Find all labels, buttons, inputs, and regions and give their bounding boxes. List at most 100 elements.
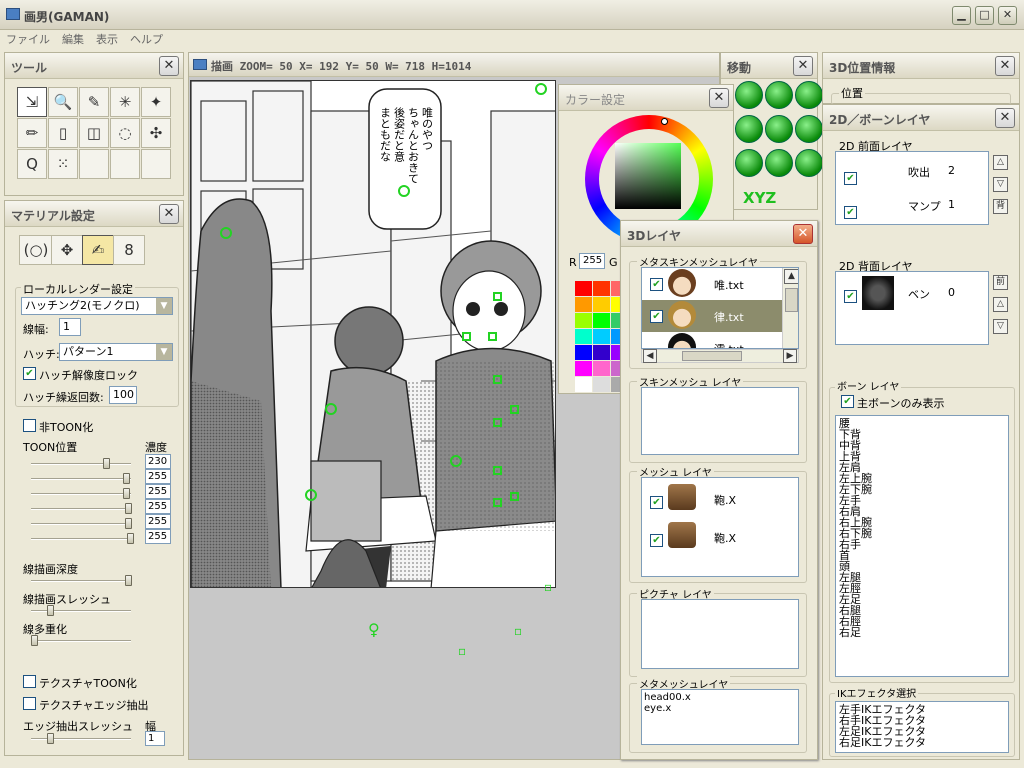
palette-swatch[interactable]: [575, 361, 592, 376]
bone2d-close-button[interactable]: ✕: [995, 108, 1015, 128]
dotted-circle-icon[interactable]: ◌: [110, 118, 140, 148]
hue-handle[interactable]: [661, 118, 668, 125]
bone-item[interactable]: 左脛: [836, 583, 1008, 594]
bone-item[interactable]: 右腿: [836, 605, 1008, 616]
render-tab-icon[interactable]: ✍: [82, 235, 114, 265]
sv-square[interactable]: [615, 143, 681, 209]
bone-item[interactable]: 右下腕: [836, 528, 1008, 539]
move-arrow-button[interactable]: [795, 149, 823, 177]
slider-thumb[interactable]: [31, 635, 38, 646]
color-close-button[interactable]: ✕: [709, 88, 729, 108]
layer-visible-checkbox[interactable]: ✔: [844, 206, 857, 219]
bone-marker-icon[interactable]: ▫: [514, 624, 522, 638]
bone-item[interactable]: 左下腕: [836, 484, 1008, 495]
spray-icon[interactable]: ⁙: [48, 149, 78, 179]
skin-mesh-list[interactable]: [641, 387, 799, 455]
menu-file[interactable]: ファイル: [0, 30, 56, 48]
palette-swatch[interactable]: [575, 345, 592, 360]
move-arrow-button[interactable]: [765, 81, 793, 109]
chain-tab-icon[interactable]: 8: [113, 235, 145, 265]
meta-mesh-item[interactable]: head00.x: [644, 692, 796, 703]
edge-threshold-slider[interactable]: [31, 733, 131, 744]
palette-swatch[interactable]: [593, 297, 610, 312]
palette-swatch[interactable]: [575, 377, 592, 392]
xyz-move-button[interactable]: XYZ: [743, 189, 776, 207]
move-arrow-button[interactable]: [735, 149, 763, 177]
move-arrow-button[interactable]: [795, 81, 823, 109]
bone-item[interactable]: 首: [836, 550, 1008, 561]
toon-slider[interactable]: [31, 473, 131, 484]
palette-swatch[interactable]: [593, 377, 610, 392]
bone-item[interactable]: 腰: [836, 418, 1008, 429]
picture-list[interactable]: [641, 599, 799, 669]
ik-item[interactable]: 右足IKエフェクタ: [836, 737, 1008, 748]
meta-skin-item-yui[interactable]: ✔ 唯.txt: [642, 268, 782, 300]
slider-thumb[interactable]: [125, 575, 132, 586]
move-arrow-button[interactable]: [735, 115, 763, 143]
layer-visible-checkbox[interactable]: ✔: [844, 172, 857, 185]
layer-visible-checkbox[interactable]: ✔: [650, 310, 663, 323]
maximize-button[interactable]: □: [975, 6, 994, 25]
layer-visible-checkbox[interactable]: ✔: [844, 290, 857, 303]
bone-item[interactable]: 頭: [836, 561, 1008, 572]
toon-density-input[interactable]: 255: [145, 529, 171, 544]
lasso-icon[interactable]: Q: [17, 149, 47, 179]
bone-item[interactable]: 右足: [836, 627, 1008, 638]
bone-item[interactable]: 中背: [836, 440, 1008, 451]
bring-front-button[interactable]: 前: [993, 275, 1008, 290]
hatch-select[interactable]: パターン1 ▼: [59, 343, 173, 361]
mesh-item[interactable]: ✔ 鞄.X: [642, 480, 798, 514]
line-depth-slider[interactable]: [31, 575, 132, 586]
pose-icon[interactable]: ✦: [141, 87, 171, 117]
move-arrow-button[interactable]: [765, 115, 793, 143]
toon-slider[interactable]: [31, 503, 132, 514]
scroll-right-icon[interactable]: ▶: [783, 349, 797, 363]
tools-close-button[interactable]: ✕: [159, 56, 179, 76]
slider-thumb[interactable]: [103, 458, 110, 469]
scroll-up-icon[interactable]: ▲: [784, 269, 798, 284]
shrink-icon[interactable]: ✣: [141, 118, 171, 148]
front-layer-item[interactable]: ✔ マンプ 1: [836, 188, 988, 219]
toon-slider[interactable]: [31, 518, 132, 529]
layer-visible-checkbox[interactable]: ✔: [650, 496, 663, 509]
front-layer-item[interactable]: ✔ 吹出 2: [836, 156, 988, 186]
slider-thumb[interactable]: [47, 733, 54, 744]
line-width-input[interactable]: 1: [59, 318, 81, 336]
material-close-button[interactable]: ✕: [159, 204, 179, 224]
menu-help[interactable]: ヘルプ: [124, 30, 169, 48]
move-close-button[interactable]: ✕: [793, 56, 813, 76]
bone-item[interactable]: 左腿: [836, 572, 1008, 583]
palette-swatch[interactable]: [593, 281, 610, 296]
bone-marker-icon[interactable]: ▫: [544, 580, 552, 594]
slider-thumb[interactable]: [127, 533, 134, 544]
scroll-thumb[interactable]: [785, 288, 798, 312]
meta-skin-item-mio[interactable]: 澪.txt: [642, 332, 782, 348]
texture-edge-checkbox[interactable]: [23, 697, 36, 710]
slider-thumb[interactable]: [123, 488, 130, 499]
zoom-icon[interactable]: 🔍: [48, 87, 78, 117]
toon-slider[interactable]: [31, 533, 134, 544]
slider-thumb[interactable]: [125, 518, 132, 529]
toon-slider[interactable]: [31, 488, 131, 499]
layer-visible-checkbox[interactable]: ✔: [650, 278, 663, 291]
bone-item[interactable]: 右脛: [836, 616, 1008, 627]
toon-density-input[interactable]: 255: [145, 499, 171, 514]
layer-up-icon[interactable]: △: [993, 155, 1008, 170]
main-bone-checkbox[interactable]: ✔: [841, 395, 854, 408]
menu-edit[interactable]: 編集: [56, 30, 90, 48]
bone-item[interactable]: 右手: [836, 539, 1008, 550]
hatch-lock-checkbox[interactable]: ✔: [23, 367, 36, 380]
move-arrow-button[interactable]: [795, 115, 823, 143]
scroll-left-icon[interactable]: ◀: [643, 349, 657, 363]
palette-swatch[interactable]: [575, 329, 592, 344]
figure-tab-icon[interactable]: ✥: [51, 235, 83, 265]
bone-item[interactable]: 左足: [836, 594, 1008, 605]
line-multi-slider[interactable]: [31, 635, 131, 646]
drawing-canvas[interactable]: 唯のやつ ちゃんとおきて 後姿だと意 まともだな: [190, 80, 556, 588]
toon-density-input[interactable]: 255: [145, 514, 171, 529]
bone-item[interactable]: 左手: [836, 495, 1008, 506]
bone-marker-icon[interactable]: ▫: [458, 644, 466, 658]
book-icon[interactable]: ▯: [48, 118, 78, 148]
bone-marker-icon[interactable]: ♀: [368, 620, 380, 639]
layer-down-icon[interactable]: ▽: [993, 319, 1008, 334]
